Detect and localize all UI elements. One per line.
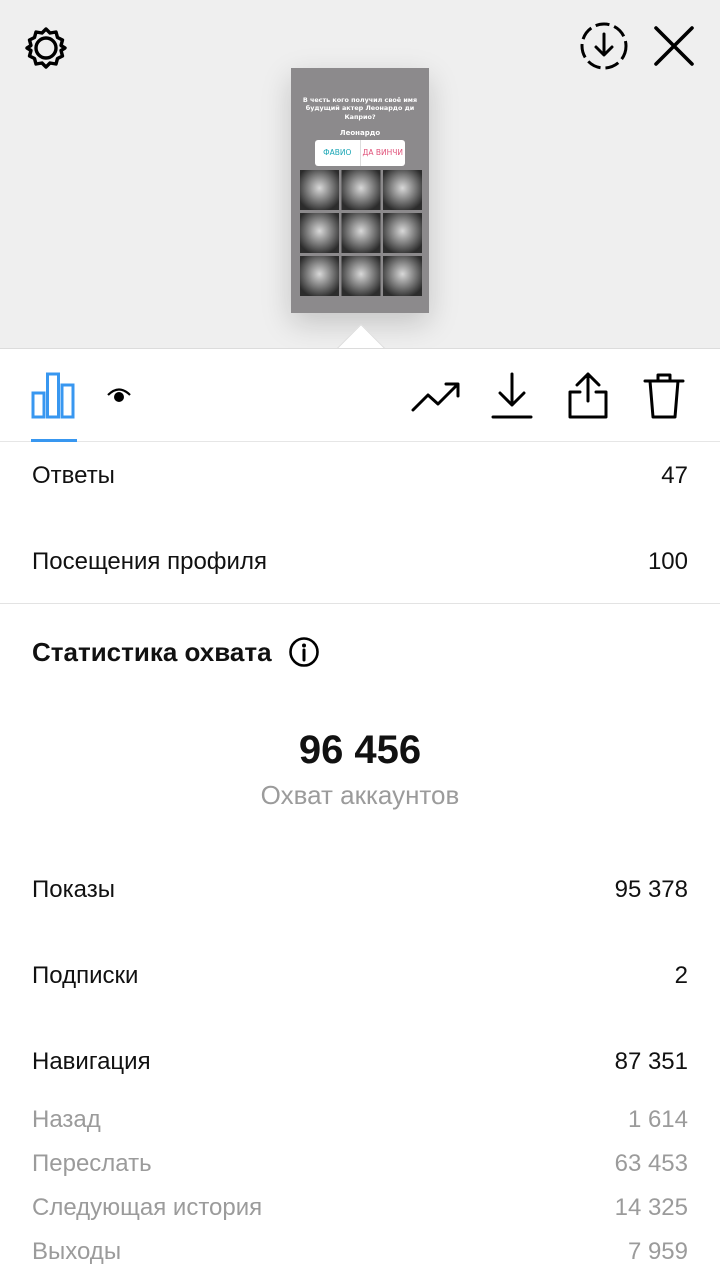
stat-label: Навигация <box>32 1048 151 1075</box>
nav-row-back: Назад 1 614 <box>32 1102 688 1138</box>
stat-row-replies: Ответы 47 <box>32 458 688 494</box>
settings-gear-icon[interactable] <box>22 24 70 72</box>
stat-label: Посещения профиля <box>32 548 267 575</box>
info-icon[interactable] <box>288 636 320 668</box>
reach-section-title: Статистика охвата <box>32 636 320 668</box>
download-icon[interactable] <box>490 371 534 421</box>
stat-row-impressions: Показы 95 378 <box>32 872 688 908</box>
story-question-text: В честь кого получил своё имя будущий ак… <box>302 96 418 121</box>
active-tab-indicator <box>31 439 77 442</box>
stat-value: 1 614 <box>627 1106 688 1133</box>
stat-row-follows: Подписки 2 <box>32 958 688 994</box>
poll-option-a: ФАВИО <box>315 140 361 166</box>
accounts-reached-value: 96 456 <box>298 728 422 772</box>
stat-value: 2 <box>674 962 688 989</box>
photo-grid-image <box>300 170 422 296</box>
share-icon[interactable] <box>566 371 610 421</box>
poll-option-b: ДА ВИНЧИ <box>362 148 404 157</box>
stat-value: 100 <box>647 548 688 575</box>
trash-icon[interactable] <box>642 371 686 421</box>
story-preview-area: В честь кого получил своё имя будущий ак… <box>0 0 720 348</box>
nav-row-forward: Переслать 63 453 <box>32 1146 688 1182</box>
accounts-reached-label: Охват аккаунтов <box>260 780 460 810</box>
stat-label: Показы <box>32 876 115 903</box>
eye-icon[interactable] <box>106 385 132 405</box>
stat-value: 95 378 <box>614 876 688 903</box>
story-poll-sticker: ФАВИО ДА ВИНЧИ <box>315 140 405 166</box>
stat-row-navigation: Навигация 87 351 <box>32 1044 688 1080</box>
section-divider <box>0 603 720 604</box>
story-thumbnail[interactable]: В честь кого получил своё имя будущий ак… <box>291 68 429 313</box>
stat-label: Назад <box>32 1106 101 1133</box>
close-icon[interactable] <box>650 22 698 70</box>
stat-value: 47 <box>661 462 688 489</box>
stat-value: 14 325 <box>614 1194 688 1221</box>
bar-chart-icon[interactable] <box>30 371 76 419</box>
save-story-icon[interactable] <box>578 20 630 72</box>
stat-label: Подписки <box>32 962 139 989</box>
story-answer-name: Леонардо <box>339 129 381 137</box>
stat-value: 87 351 <box>614 1048 688 1075</box>
reach-title-text: Статистика охвата <box>32 636 272 667</box>
nav-row-exits: Выходы 7 959 <box>32 1234 688 1270</box>
stat-value: 7 959 <box>627 1238 688 1265</box>
stat-label: Переслать <box>32 1150 152 1177</box>
nav-row-next-story: Следующая история 14 325 <box>32 1190 688 1226</box>
stat-label: Выходы <box>32 1238 122 1265</box>
stat-value: 63 453 <box>614 1150 688 1177</box>
insights-toolbar <box>0 348 720 442</box>
stat-label: Ответы <box>32 462 115 489</box>
stat-label: Следующая история <box>32 1194 263 1221</box>
trending-up-icon[interactable] <box>410 379 462 415</box>
stat-row-profile-visits: Посещения профиля 100 <box>32 544 688 580</box>
